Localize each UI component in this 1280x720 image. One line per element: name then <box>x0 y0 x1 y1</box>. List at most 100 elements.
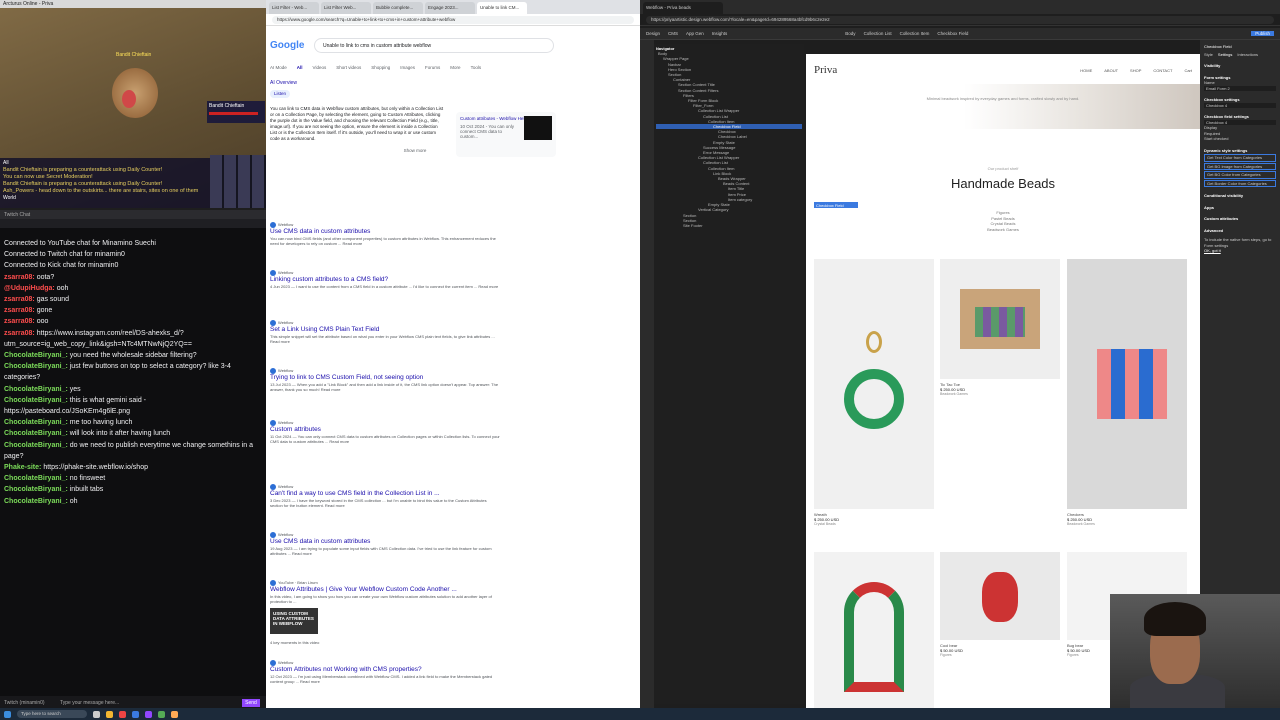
obs-icon[interactable] <box>158 710 165 718</box>
start-icon[interactable] <box>4 710 11 718</box>
result-title-link[interactable]: Can't find a way to use CMS field in the… <box>270 490 500 498</box>
ai-source-card[interactable]: Custom attributes - Webflow Help 10 Oct … <box>456 112 556 157</box>
panel-section[interactable]: Visibility <box>1204 63 1276 69</box>
twitch-icon[interactable] <box>145 710 152 718</box>
chat-username[interactable]: zsarra08: <box>4 274 35 281</box>
selected-element-badge[interactable]: Checkbox Field <box>814 202 858 208</box>
taskbar[interactable]: Type here to search <box>0 708 1280 720</box>
video-thumbnail[interactable]: USING CUSTOM DATA ATTRIBUTES IN WEBFLOW <box>270 608 318 634</box>
chat-username[interactable]: @UdupiHudga: <box>4 285 55 292</box>
chat-username[interactable]: zsarra08: <box>4 307 35 314</box>
dynamic-binding[interactable]: Get Text Color from Categories <box>1204 154 1276 162</box>
browser-tabs[interactable]: List Filter - Web... List Filter Web... … <box>266 0 640 14</box>
panel-section[interactable]: Custom attributes <box>1204 216 1276 222</box>
panel-tab[interactable]: Style <box>1204 52 1213 58</box>
chat-username[interactable]: ChocolateBiryani_: <box>4 430 68 437</box>
chat-username[interactable]: zsarra08: <box>4 330 35 337</box>
result-title-link[interactable]: Custom Attributes not Working with CMS p… <box>270 666 500 674</box>
panel-section[interactable]: Apps <box>1204 205 1276 211</box>
search-result[interactable]: Webflow Linking custom attributes to a CM… <box>270 270 500 289</box>
menu-item[interactable]: ABOUT <box>1104 68 1118 73</box>
panel-section[interactable]: Conditional visibility <box>1204 193 1276 199</box>
google-browser[interactable]: List Filter - Web... List Filter Web... … <box>266 0 640 708</box>
form-name-field[interactable]: Email Form 2 <box>1204 85 1276 91</box>
app-icon[interactable] <box>171 710 178 718</box>
panel-tab[interactable]: Interactions <box>1237 52 1258 58</box>
navigator-panel[interactable]: Navigator Body Wrapper Page Navbar Hero Sec… <box>654 44 804 704</box>
search-tab[interactable]: Forums <box>425 65 440 70</box>
chat-username[interactable]: ChocolateBiryani_: <box>4 397 68 404</box>
search-tab[interactable]: Tools <box>471 65 482 70</box>
menu-item[interactable]: SHOP <box>1130 68 1141 73</box>
chat-username[interactable]: zsarra08: <box>4 318 35 325</box>
browser-tab[interactable]: List Filter Web... <box>321 2 371 14</box>
video-key-moments[interactable]: 4 key moments in this video <box>270 640 319 645</box>
site-menu[interactable]: HOME ABOUT SHOP CONTACT Cart <box>1080 68 1192 73</box>
chat-input[interactable]: Type your message here... <box>60 700 119 706</box>
url-input[interactable]: https://priyaartistic.design.webflow.com… <box>646 15 1274 24</box>
checkbox-name-field[interactable]: Checkbox 4 <box>1204 102 1276 108</box>
edge-icon[interactable] <box>132 710 139 718</box>
address-bar[interactable]: https://priyaartistic.design.webflow.com… <box>640 14 1280 26</box>
product-card[interactable]: Candy Cane <box>814 552 934 708</box>
toolbar-item[interactable]: CMS <box>668 31 678 36</box>
browser-tab-active[interactable]: Unable to link CM... <box>477 2 527 14</box>
toolbar-item[interactable]: App Gen <box>686 31 704 36</box>
taskbar-search[interactable]: Type here to search <box>17 710 87 718</box>
game-chat-tab-all[interactable]: All <box>3 160 207 167</box>
category-filters[interactable]: Figures Pastel Beads Crystal Beads Beadw… <box>806 210 1200 232</box>
game-chat-tab-world[interactable]: World <box>3 195 207 202</box>
browser-tabs[interactable]: Webflow - Priva beads <box>640 0 1280 14</box>
search-tab[interactable]: Shopping <box>371 65 390 70</box>
search-result[interactable]: Webflow Trying to link to CMS Custom Fiel… <box>270 368 500 392</box>
navigator-tree[interactable]: Body Wrapper Page Navbar Hero Section Sectio… <box>656 51 802 228</box>
site-brand[interactable]: Priva <box>814 64 837 76</box>
chat-username[interactable]: ChocolateBiryani_: <box>4 386 68 393</box>
search-result[interactable]: Webflow Custom Attributes not Working wit… <box>270 660 500 684</box>
breadcrumb[interactable]: Collection List <box>864 31 892 36</box>
breadcrumb[interactable]: Checkbox Field <box>937 31 968 36</box>
dynamic-binding[interactable]: Get BG Image from Categories <box>1204 162 1276 170</box>
chat-username[interactable]: ChocolateBiryani_: <box>4 442 68 449</box>
result-title-link[interactable]: Webflow Attributes | Give Your Webflow C… <box>270 586 500 594</box>
menu-item[interactable]: HOME <box>1080 68 1092 73</box>
chat-username[interactable]: Phake-site: <box>4 464 41 471</box>
search-result[interactable]: Webflow Set a Link Using CMS Plain Text F… <box>270 320 500 344</box>
browser-tab[interactable]: List Filter - Web... <box>269 2 319 14</box>
result-title-link[interactable]: Trying to link to CMS Custom Field, not … <box>270 374 500 382</box>
search-result[interactable]: Webflow Can't find a way to use CMS field… <box>270 484 500 508</box>
search-result[interactable]: YouTube · Brian Lirum Webflow Attributes … <box>270 580 500 604</box>
chat-username[interactable]: zsarra08: <box>4 296 35 303</box>
address-bar[interactable]: https://www.google.com/search?q=Unable+t… <box>266 14 640 26</box>
listen-button[interactable]: Listen <box>270 90 291 98</box>
category-filter[interactable]: Beadwork Games <box>806 227 1200 233</box>
breadcrumb[interactable]: Collection Item <box>900 31 930 36</box>
search-tab[interactable]: All <box>297 65 303 70</box>
navigator-node[interactable]: Site Footer <box>656 223 802 228</box>
chrome-icon[interactable] <box>119 710 126 718</box>
product-card[interactable]: Cool bear $ 50.00 USD Figures <box>940 552 1060 657</box>
product-card[interactable]: Tic Tac Toe $ 250.00 USD Beadwork Games <box>940 259 1060 396</box>
result-title-link[interactable]: Custom attributes <box>270 426 500 434</box>
send-button[interactable]: Send <box>242 699 260 707</box>
game-chat[interactable]: All Bandit Chieftain is preparing a coun… <box>0 158 210 208</box>
chat-username[interactable]: ChocolateBiryani_: <box>4 498 68 505</box>
browser-tab[interactable]: Bubble complete... <box>373 2 423 14</box>
result-title-link[interactable]: Linking custom attributes to a CMS field… <box>270 276 500 284</box>
browser-tab[interactable]: Engage 2023... <box>425 2 475 14</box>
task-view-icon[interactable] <box>93 710 100 718</box>
google-logo[interactable]: Google <box>270 40 304 51</box>
chat-username[interactable]: ChocolateBiryani_: <box>4 363 68 370</box>
dynamic-binding[interactable]: Get BG Color from Categories <box>1204 171 1276 179</box>
ok-got-it-link[interactable]: OK, got it <box>1204 248 1276 254</box>
search-tab[interactable]: Videos <box>313 65 327 70</box>
menu-item[interactable]: CONTACT <box>1153 68 1172 73</box>
url-input[interactable]: https://www.google.com/search?q=Unable+t… <box>272 15 634 24</box>
panel-tabs[interactable]: Style Settings Interactions <box>1204 52 1276 58</box>
search-result[interactable]: Webflow Custom attributes 11 Oct 2024 — Yo… <box>270 420 500 444</box>
search-tab[interactable]: Images <box>400 65 415 70</box>
product-card[interactable]: Checkers $ 250.00 USD Beadwork Games <box>1067 259 1187 526</box>
search-input[interactable]: Unable to link to cms in custom attribut… <box>314 38 554 53</box>
toolbar-item[interactable]: Design <box>646 31 660 36</box>
game-viewport[interactable]: Bandit Chieftain Bandit Chieftain All Ba… <box>0 8 266 208</box>
